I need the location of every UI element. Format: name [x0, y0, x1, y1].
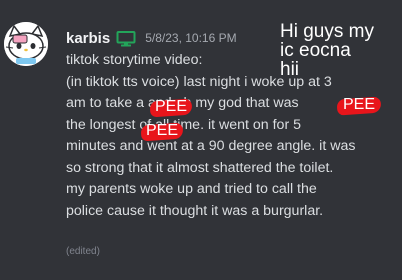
monitor-icon [116, 31, 136, 47]
sticker-text: PEE [145, 122, 178, 139]
message-header: karbis 5/8/23, 10:16 PM [66, 28, 237, 48]
message-line: the longest of all time. it went on for … [66, 116, 302, 133]
overlay-caption: Hi guys my ic eocna hii [280, 22, 402, 79]
message-line: police cause it thought it was a burgurl… [66, 202, 324, 219]
overlay-line: ic eocna [280, 40, 351, 61]
edited-label: (edited) [66, 246, 100, 257]
pee-sticker: PEE [140, 122, 184, 142]
pee-sticker: PEE [336, 96, 382, 116]
message-line: minutes and went at a 90 degree angle. i… [66, 138, 356, 154]
timestamp[interactable]: 5/8/23, 10:16 PM [145, 31, 236, 45]
sticker-text: PEE [154, 98, 187, 115]
overlay-line: hii [280, 59, 300, 80]
discord-message: karbis 5/8/23, 10:16 PM tiktok storytime… [0, 0, 402, 280]
username[interactable]: karbis [66, 30, 110, 47]
sticker-text: PEE [342, 96, 375, 113]
cat-avatar-icon [4, 22, 48, 66]
overlay-line: Hi guys my [280, 21, 374, 42]
message-line: so strong that it almost shattered the t… [66, 159, 334, 176]
message-line: my parents woke up and tried to call the [66, 181, 317, 197]
avatar[interactable] [4, 22, 48, 66]
pee-sticker: PEE [149, 98, 193, 118]
